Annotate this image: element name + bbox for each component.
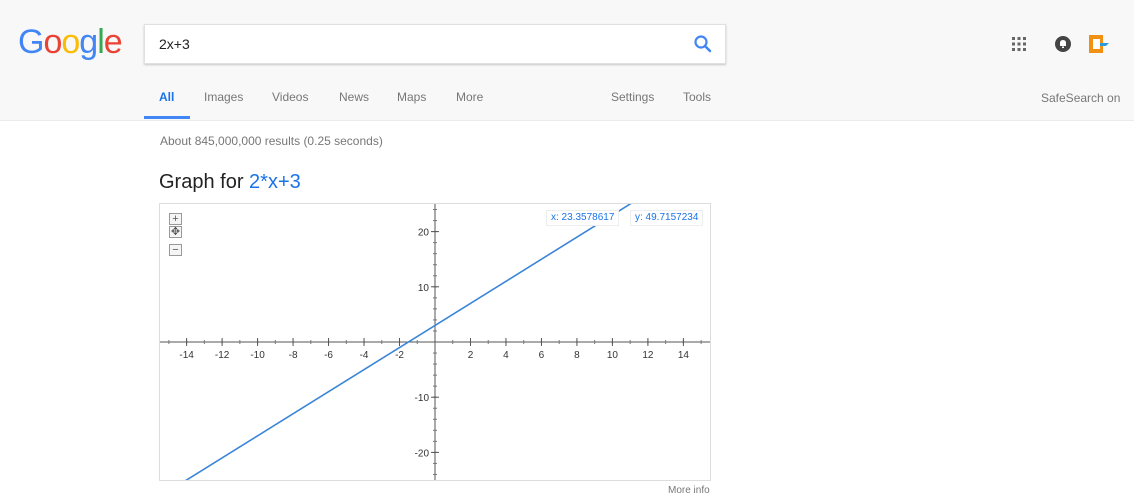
search-box [144,24,726,64]
search-input[interactable] [145,25,689,63]
tab-more[interactable]: More [456,90,483,104]
result-stats: About 845,000,000 results (0.25 seconds) [160,134,383,148]
y-tick-label: 20 [418,228,430,239]
x-tick-label: 8 [574,350,580,361]
apps-grid-icon[interactable] [1012,37,1026,51]
x-tick-label: -4 [360,350,369,361]
graph-title-prefix: Graph for [159,171,250,193]
x-tick-label: 2 [468,350,474,361]
x-tick-label: -10 [250,350,265,361]
graph-expression[interactable]: 2*x+3 [249,171,301,193]
x-tick-label: 14 [678,350,690,361]
function-graph[interactable]: -14 -12 -10 -8 -6 -4 -2 2 4 6 8 10 12 14 -20 -10 10 20 + … [159,203,711,481]
tab-videos[interactable]: Videos [272,90,308,104]
graph-title: Graph for 2*x+3 [159,171,301,194]
tab-all[interactable]: All [159,90,174,104]
pan-icon[interactable]: ✥ [169,226,182,238]
tab-images[interactable]: Images [204,90,243,104]
graph-plot[interactable]: -14 -12 -10 -8 -6 -4 -2 2 4 6 8 10 12 14 -20 -10 10 20 [160,204,710,480]
notifications-bell-icon[interactable] [1055,36,1071,52]
x-tick-label: -12 [215,350,230,361]
x-tick-label: -8 [289,350,298,361]
x-tick-label: -6 [324,350,333,361]
tab-maps[interactable]: Maps [397,90,426,104]
search-tabs: All Images Videos News Maps More Setting… [0,80,1134,120]
account-icon[interactable] [1087,33,1111,55]
search-icon[interactable] [693,34,713,54]
x-tick-label: -2 [395,350,404,361]
coord-y-readout: y: 49.7157234 [630,210,704,226]
settings-link[interactable]: Settings [611,90,654,104]
x-tick-label: 4 [503,350,509,361]
google-logo[interactable]: Google [18,22,123,62]
y-tick-label: -10 [415,393,430,404]
tools-link[interactable]: Tools [683,90,711,104]
x-tick-label: 12 [642,350,654,361]
zoom-out-button[interactable]: − [169,244,182,256]
active-tab-indicator [144,116,190,119]
zoom-in-button[interactable]: + [169,213,182,225]
x-tick-label: 10 [607,350,619,361]
tab-news[interactable]: News [339,90,369,104]
y-tick-label: -20 [415,448,430,459]
header: Google All Images Videos News Maps More … [0,0,1134,121]
safesearch-status[interactable]: SafeSearch on [1041,91,1120,105]
coord-x-readout: x: 23.3578617 [546,210,620,226]
y-tick-label: 10 [418,283,430,294]
x-tick-label: -14 [179,350,194,361]
more-info-link[interactable]: More info [668,485,710,496]
x-tick-label: 6 [539,350,545,361]
